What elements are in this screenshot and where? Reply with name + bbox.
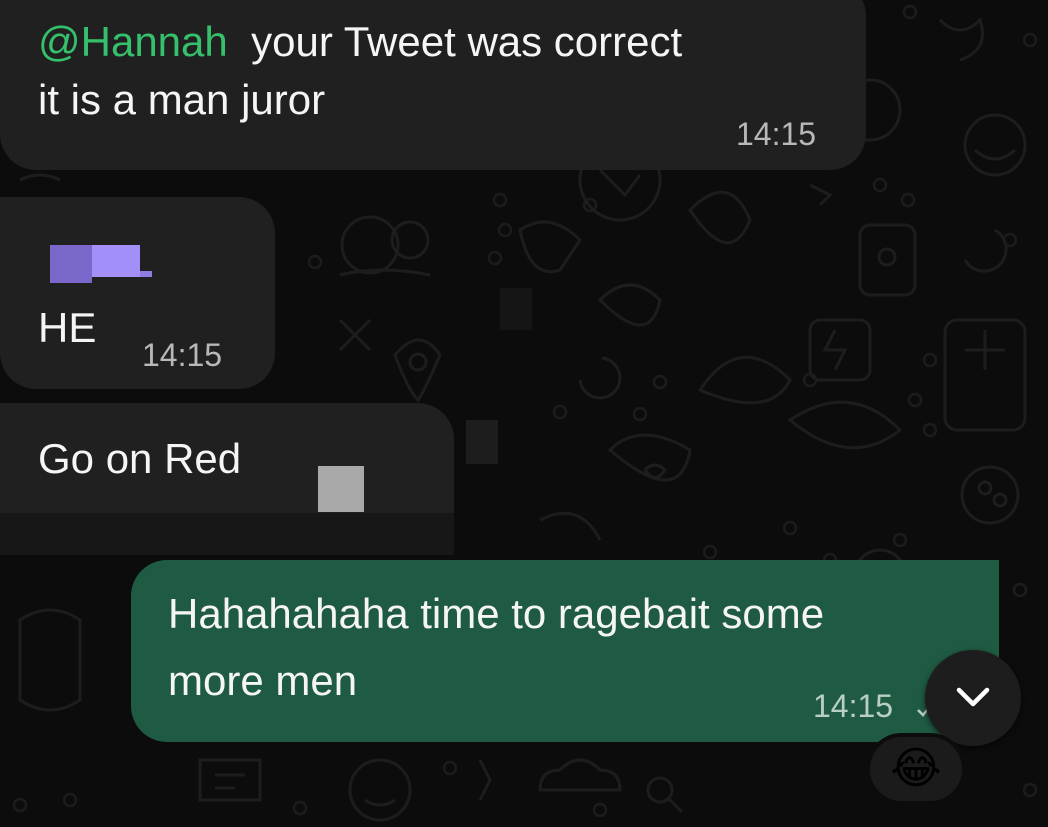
- redaction-block: [92, 245, 140, 277]
- redaction-block: [500, 288, 532, 330]
- chevron-down-icon: [956, 687, 990, 707]
- redaction-block: [140, 271, 152, 277]
- message-bubble-incoming[interactable]: @Hannah your Tweet was correct it is a m…: [0, 0, 866, 170]
- redaction-block: [0, 513, 454, 555]
- message-bubble-incoming[interactable]: Go on Red: [0, 403, 454, 555]
- message-text-line2: it is a man juror: [38, 76, 326, 123]
- redaction-block: [318, 466, 364, 512]
- message-timestamp: 14:15: [142, 337, 223, 373]
- message-text: @Hannah your Tweet was correct: [38, 13, 682, 71]
- redaction-block: [466, 420, 498, 464]
- message-bubble-outgoing[interactable]: Hahahahaha time to ragebait some more me…: [131, 560, 999, 742]
- message-timestamp: 14:15: [736, 116, 817, 152]
- message-timestamp: 14:15: [813, 688, 894, 724]
- tears-of-joy-emoji: 😂: [890, 744, 942, 793]
- chat-area: @Hannah your Tweet was correct it is a m…: [0, 0, 1048, 827]
- message-text: HE: [38, 304, 97, 351]
- message-text-line1: Hahahahaha time to ragebait some: [168, 590, 825, 637]
- scroll-to-bottom-button[interactable]: [925, 650, 1021, 746]
- redaction-block: [50, 245, 92, 283]
- reaction-badge[interactable]: 😂: [866, 733, 966, 805]
- message-text-line2: more men: [168, 657, 358, 704]
- message-bubble-incoming[interactable]: HE 14:15: [0, 197, 275, 389]
- mention-link[interactable]: @Hannah: [38, 18, 228, 65]
- message-text-line1: your Tweet was correct: [227, 18, 683, 65]
- message-text: Go on Red: [38, 435, 242, 482]
